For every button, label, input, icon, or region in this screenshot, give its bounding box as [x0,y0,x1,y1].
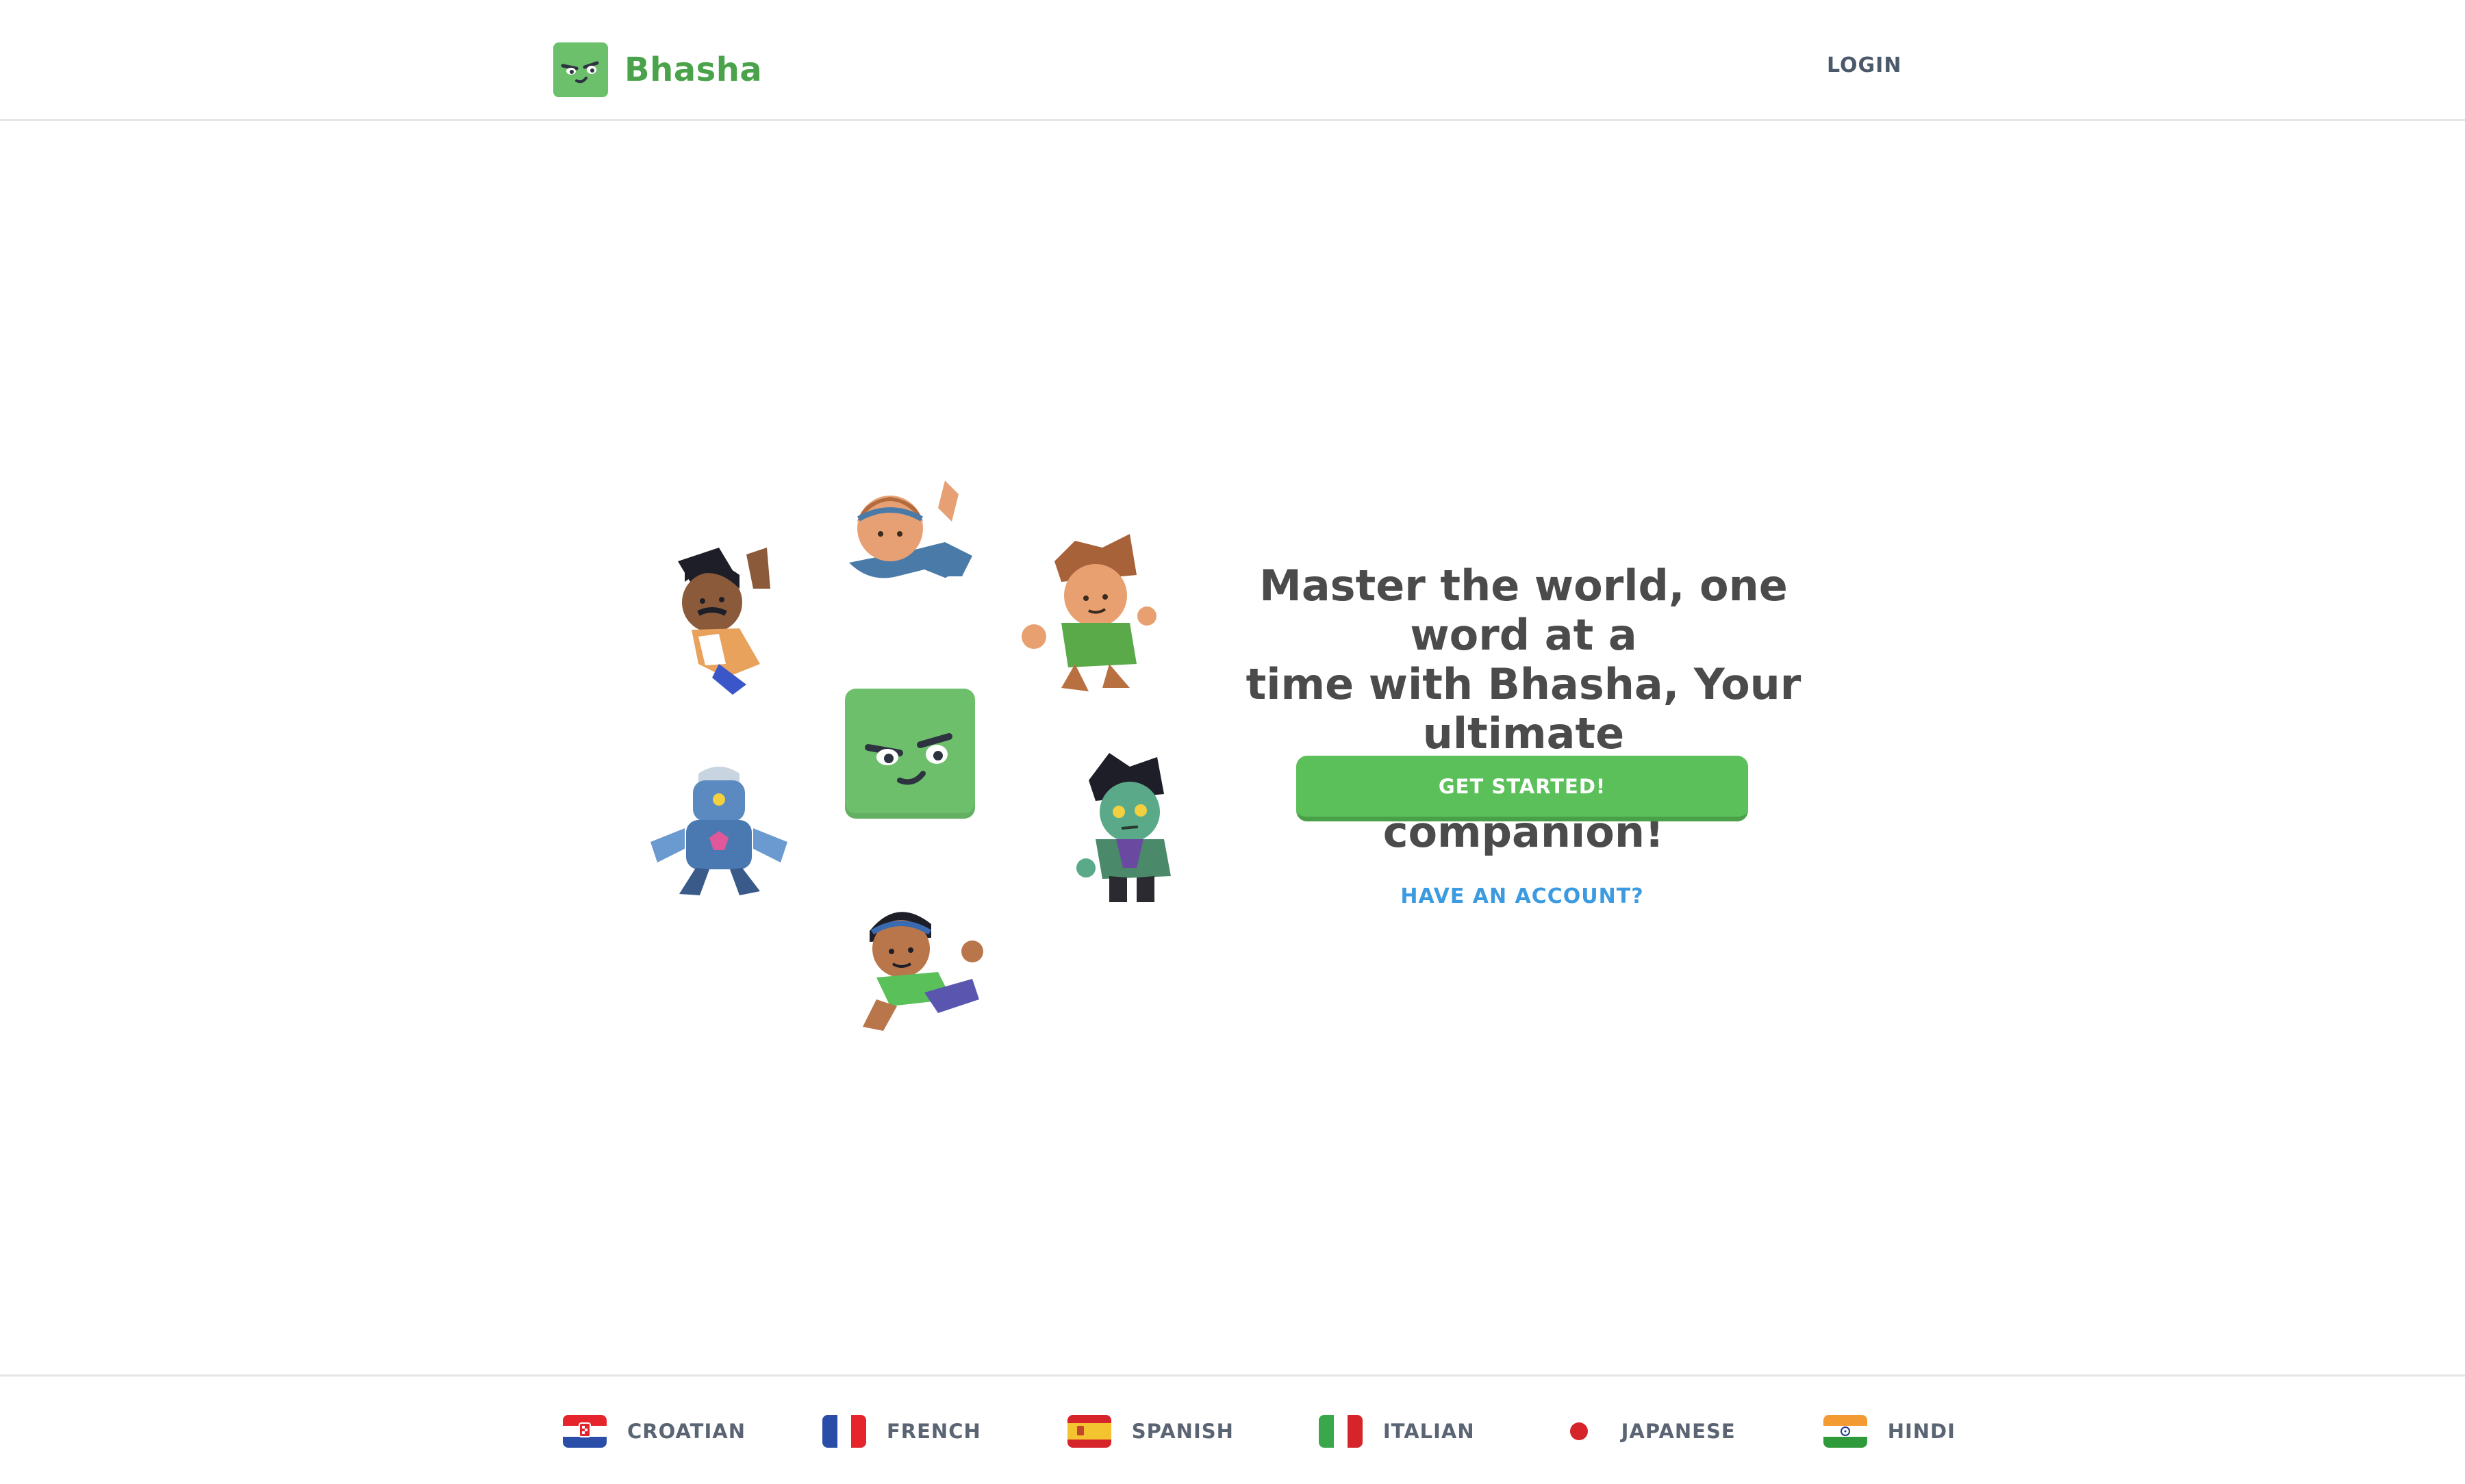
language-label: CROATIAN [627,1420,746,1443]
headline-line-2: time with Bhasha, Your ultimate [1246,659,1802,758]
robot-character-icon [650,767,787,895]
bhasha-logo-icon [553,42,608,97]
have-account-link[interactable]: HAVE AN ACCOUNT? [1296,884,1748,908]
france-flag-icon [822,1415,866,1448]
language-item-spanish[interactable]: SPANISH [1067,1415,1234,1448]
india-flag-icon [1823,1415,1867,1448]
get-started-button[interactable]: GET STARTED! [1296,756,1748,821]
headline-line-1: Master the world, one word at a [1259,561,1788,660]
language-label: FRENCH [886,1420,981,1443]
language-item-japanese[interactable]: JAPANESE [1556,1415,1736,1448]
japan-flag-icon [1556,1415,1601,1448]
language-item-croatian[interactable]: CROATIAN [563,1415,746,1448]
italy-flag-icon [1318,1415,1363,1448]
brand-name: Bhasha [624,51,763,89]
zombie-character-icon [1076,753,1171,902]
language-item-hindi[interactable]: HINDI [1823,1415,1956,1448]
language-label: ITALIAN [1382,1420,1475,1443]
language-item-french[interactable]: FRENCH [822,1415,981,1448]
spain-flag-icon [1067,1415,1111,1448]
language-item-italian[interactable]: ITALIAN [1318,1415,1475,1448]
mascot-cube-icon [845,689,975,819]
language-list: CROATIAN FRENCH SPANISH ITALIAN JAPANESE… [563,1415,1956,1448]
hero-illustration [630,472,1191,1040]
girl-character-icon [849,481,972,589]
headband-girl-character-icon [863,912,983,1031]
brand[interactable]: Bhasha [553,42,762,97]
language-label: JAPANESE [1621,1420,1736,1443]
language-label: SPANISH [1131,1420,1234,1443]
language-bar: CROATIAN FRENCH SPANISH ITALIAN JAPANESE… [0,1374,2465,1484]
language-label: HINDI [1887,1420,1956,1443]
croatia-flag-icon [563,1415,607,1448]
brown-hair-man-character-icon [1022,534,1156,691]
mustache-man-character-icon [678,548,770,695]
login-link[interactable]: LOGIN [1827,53,1901,77]
top-nav: Bhasha LOGIN [0,0,2465,121]
